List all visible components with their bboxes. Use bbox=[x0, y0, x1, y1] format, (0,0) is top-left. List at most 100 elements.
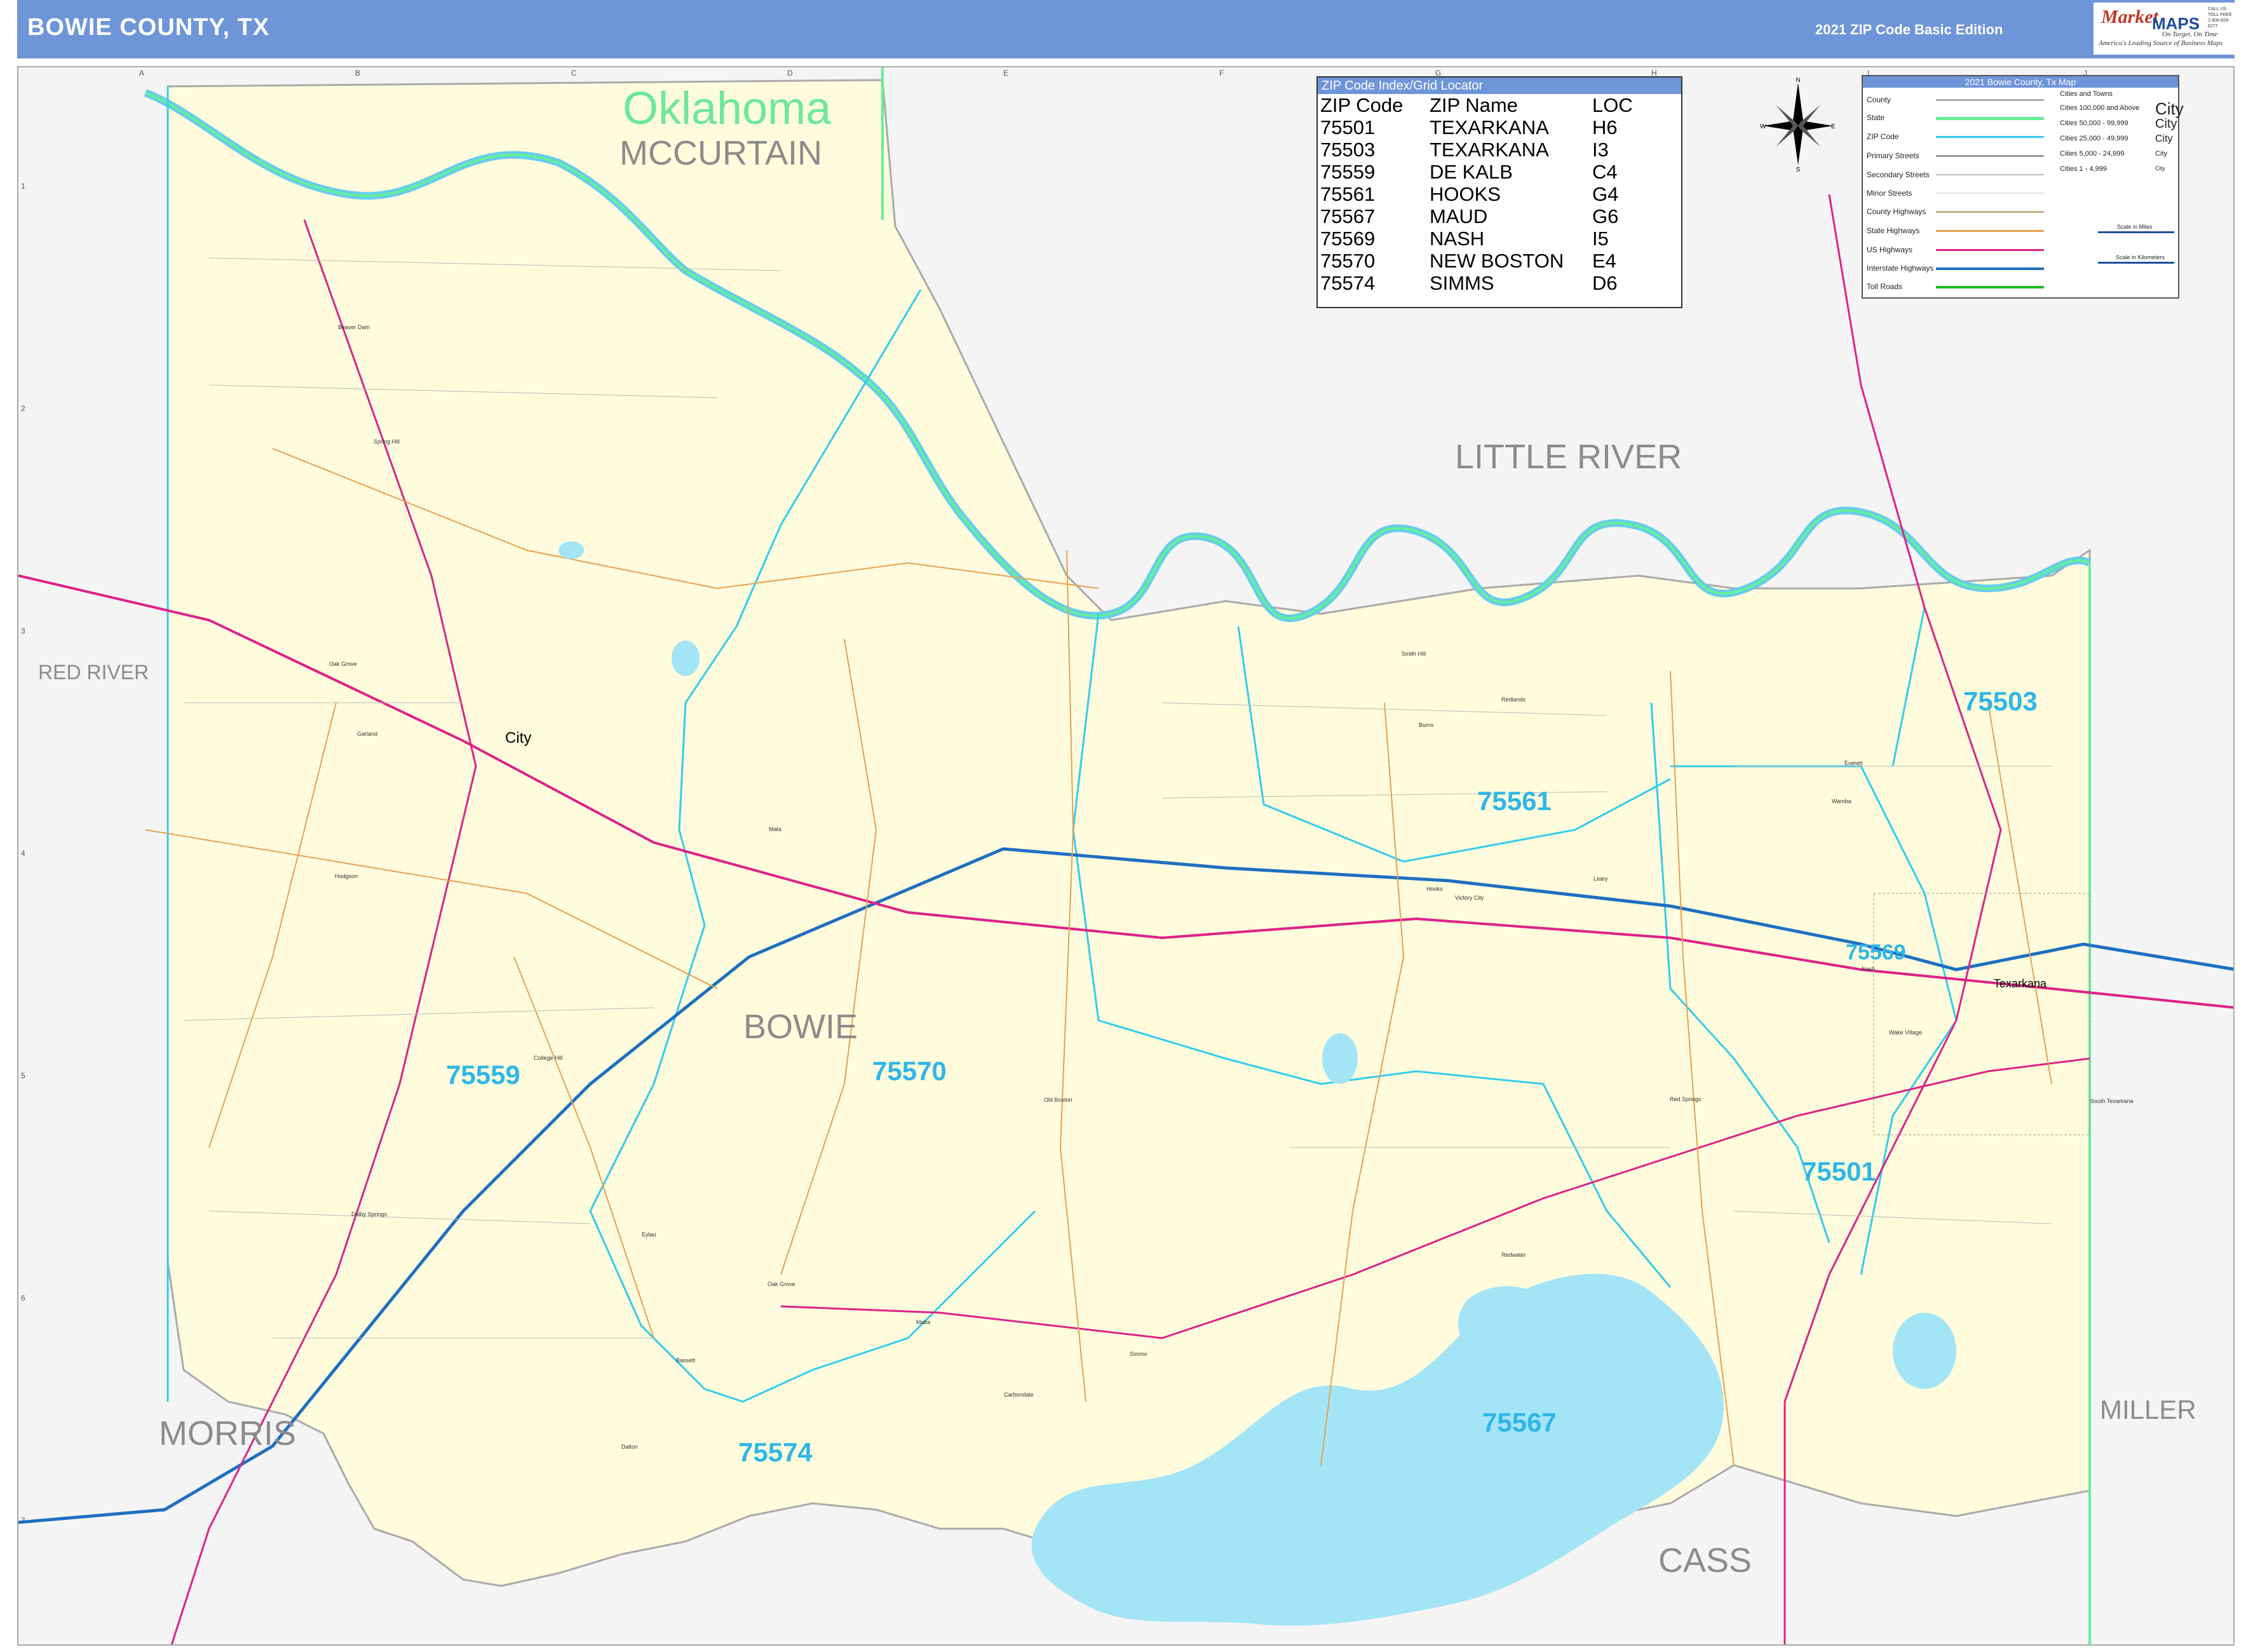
compass-w: W bbox=[1760, 123, 1766, 130]
zip-cell: 75561 bbox=[1320, 183, 1376, 205]
zip-cell: 75567 bbox=[1320, 205, 1376, 227]
zip-cell: 75570 bbox=[1320, 250, 1376, 272]
legend-city-sample-1: City bbox=[2155, 99, 2184, 118]
compass-e: E bbox=[1831, 123, 1836, 130]
county-label-cass: CASS bbox=[1658, 1541, 1752, 1580]
legend-item-primary: Primary Streets bbox=[1867, 151, 1919, 160]
place-burns: Burns bbox=[1419, 722, 1434, 728]
bowie-county-area bbox=[166, 79, 2091, 1587]
county-label-little-river: LITTLE RIVER bbox=[1455, 438, 1682, 476]
county-label-mccurtain: MCCURTAIN bbox=[619, 134, 822, 172]
zip-cell: 75503 bbox=[1320, 139, 1376, 161]
legend-city-label-4: Cities 5,000 - 24,999 bbox=[2060, 150, 2125, 158]
legend-item-minor: Minor Streets bbox=[1867, 189, 1912, 198]
legend-line-county-hwy bbox=[1936, 211, 2044, 213]
legend-item-interstate: Interstate Highways bbox=[1867, 264, 1934, 273]
logo-slogan: On Target, On Time bbox=[2162, 30, 2218, 38]
map-canvas bbox=[18, 67, 2233, 1644]
county-label-red-river: RED RIVER bbox=[38, 661, 149, 684]
name-col-header: ZIP Name bbox=[1430, 94, 1518, 116]
table-row: 75569 NASH I5 bbox=[1320, 227, 1633, 250]
place-redwater: Redwater bbox=[1501, 1252, 1526, 1258]
place-victory-city: Victory City bbox=[1455, 895, 1484, 901]
legend-city-label-2: Cities 50,000 - 99,999 bbox=[2060, 119, 2128, 127]
place-smith-hill: Smith Hill bbox=[1402, 651, 1426, 657]
zip-index-header-row: ZIP Code ZIP Name LOC bbox=[1320, 94, 1633, 116]
place-dalton: Dalton bbox=[621, 1444, 639, 1450]
zip-cell: 75559 bbox=[1320, 161, 1376, 183]
table-row: 75559 DE KALB C4 bbox=[1320, 161, 1633, 183]
loc-cell: G4 bbox=[1592, 183, 1619, 205]
legend-city-sample-2: City bbox=[2155, 117, 2177, 131]
place-leary: Leary bbox=[1593, 876, 1608, 882]
logo-contact: CALL US TOLL FREE 1-800-829-6277 bbox=[2208, 7, 2232, 29]
place-oak-grove-south: Oak Grove bbox=[768, 1281, 795, 1287]
legend-line-state bbox=[1936, 117, 2044, 120]
loc-cell: E4 bbox=[1592, 250, 1616, 272]
grid-col-a: A bbox=[139, 69, 145, 78]
zip-index-box: ZIP Code Index/Grid Locator ZIP Code ZIP… bbox=[1316, 76, 1682, 308]
legend-cities-title: Cities and Towns bbox=[2060, 90, 2113, 98]
place-wamba: Wamba bbox=[1832, 798, 1851, 804]
logo-tagline: America's Leading Source of Business Map… bbox=[2099, 39, 2223, 47]
place-beaver-dam: Beaver Dam bbox=[338, 324, 370, 330]
legend-item-toll: Toll Roads bbox=[1867, 282, 1903, 291]
city-label-dekalb: City bbox=[505, 729, 532, 747]
loc-cell: G6 bbox=[1592, 205, 1619, 227]
map-frame[interactable]: A B C D E F G H I J 1 2 3 4 5 6 7 bbox=[17, 66, 2235, 1646]
compass-s: S bbox=[1796, 166, 1801, 172]
scale-km-bar bbox=[2098, 262, 2174, 264]
place-red-springs: Red Springs bbox=[1670, 1096, 1701, 1102]
name-cell: TEXARKANA bbox=[1430, 116, 1549, 139]
zip-label-75569: 75569 bbox=[1846, 940, 1906, 965]
loc-cell: H6 bbox=[1592, 116, 1618, 139]
grid-row-7: 7 bbox=[21, 1516, 25, 1525]
legend-item-county: County bbox=[1867, 95, 1891, 104]
loc-cell: I3 bbox=[1592, 139, 1609, 161]
grid-col-d: D bbox=[787, 69, 793, 78]
name-cell: HOOKS bbox=[1430, 183, 1501, 205]
place-nash: Nash bbox=[1862, 966, 1876, 972]
zip-index-title: ZIP Code Index/Grid Locator bbox=[1318, 78, 1681, 94]
grid-row-3: 3 bbox=[21, 626, 25, 635]
legend-line-state-hwy bbox=[1936, 230, 2044, 232]
legend-title: 2021 Bowie County, Tx Map bbox=[1863, 76, 2178, 88]
place-south-texarkana: South Texarkana bbox=[2090, 1098, 2134, 1104]
zip-col-header: ZIP Code bbox=[1320, 94, 1404, 116]
place-oak-grove: Oak Grove bbox=[329, 661, 357, 667]
table-row: 75567 MAUD G6 bbox=[1320, 205, 1633, 227]
grid-row-2: 2 bbox=[21, 404, 25, 413]
place-mata: Mata bbox=[769, 826, 782, 832]
zip-cell: 75569 bbox=[1320, 227, 1376, 250]
table-row: 75574 SIMMS D6 bbox=[1320, 272, 1633, 294]
place-everett: Everett bbox=[1844, 760, 1863, 766]
place-hodgson: Hodgson bbox=[335, 873, 358, 879]
zip-cell: 75501 bbox=[1320, 116, 1376, 139]
name-cell: TEXARKANA bbox=[1430, 139, 1549, 161]
grid-col-f: F bbox=[1219, 69, 1224, 78]
place-old-boston: Old Boston bbox=[1044, 1097, 1072, 1103]
place-spring-hill: Spring Hill bbox=[374, 438, 400, 445]
place-dalby-springs: Dalby Springs bbox=[351, 1211, 388, 1217]
loc-cell: I5 bbox=[1592, 227, 1609, 250]
place-eylau: Eylau bbox=[642, 1231, 656, 1238]
header-bar: BOWIE COUNTY, TX 2021 ZIP Code Basic Edi… bbox=[17, 0, 2235, 58]
county-label-miller: MILLER bbox=[2100, 1395, 2196, 1425]
legend-line-secondary bbox=[1936, 174, 2044, 175]
map-title: BOWIE COUNTY, TX bbox=[27, 14, 270, 41]
legend-item-county-hwy: County Highways bbox=[1867, 207, 1926, 216]
place-simms: Simms bbox=[1130, 1351, 1147, 1357]
grid-row-5: 5 bbox=[21, 1071, 25, 1080]
zip-label-75561: 75561 bbox=[1477, 786, 1552, 816]
scale-miles-label: Scale in Miles bbox=[2117, 224, 2153, 230]
logo-brand: Market bbox=[2101, 6, 2158, 27]
legend-item-state: State bbox=[1867, 113, 1885, 122]
legend-line-toll bbox=[1936, 286, 2044, 288]
name-cell: NASH bbox=[1430, 227, 1485, 250]
table-row: 75503 TEXARKANA I3 bbox=[1320, 139, 1633, 161]
place-redlands: Redlands bbox=[1501, 696, 1526, 703]
legend-item-zip: ZIP Code bbox=[1867, 132, 1899, 141]
place-hooks: Hooks bbox=[1426, 886, 1443, 892]
grid-row-1: 1 bbox=[21, 182, 25, 191]
grid-col-b: B bbox=[355, 69, 361, 78]
